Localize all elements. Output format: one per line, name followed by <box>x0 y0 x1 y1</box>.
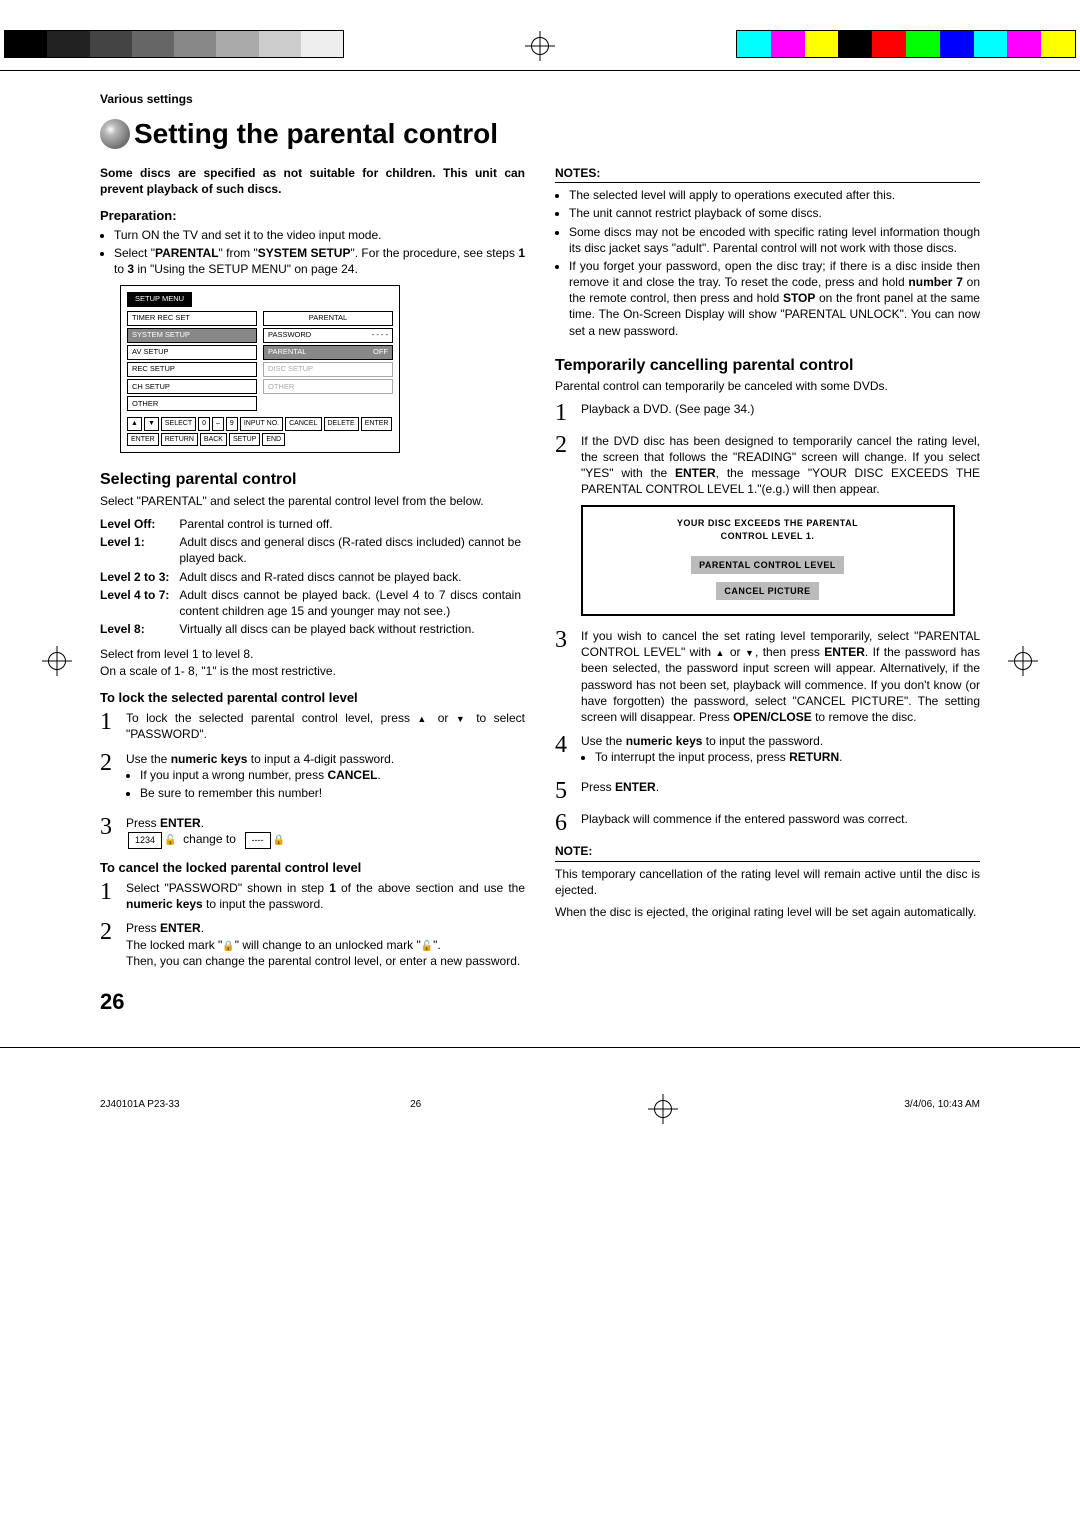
preparation-heading: Preparation: <box>100 207 525 225</box>
registration-mark-bottom <box>652 1098 674 1120</box>
lock-step-3: Press ENTER. 1234 change to ---- <box>126 815 525 848</box>
temp-step-4: Use the numeric keys to input the passwo… <box>581 733 980 771</box>
lock-icon <box>273 832 285 846</box>
setup-menu-graphic: SETUP MENU TIMER REC SET SYSTEM SETUP AV… <box>120 285 400 453</box>
lock-heading: To lock the selected parental control le… <box>100 689 525 707</box>
right-column: NOTES: The selected level will apply to … <box>555 165 980 1017</box>
selecting-heading: Selecting parental control <box>100 469 525 491</box>
temp-note-1: This temporary cancellation of the ratin… <box>555 866 980 898</box>
page-title: Setting the parental control <box>100 115 980 153</box>
section-label: Various settings <box>100 91 980 107</box>
page-number: 26 <box>100 987 525 1017</box>
footer-left: 2J40101A P23-33 <box>100 1098 180 1120</box>
levels-tail1: Select from level 1 to level 8. <box>100 646 525 662</box>
notes-heading: NOTES: <box>555 165 980 183</box>
levels-tail2: On a scale of 1- 8, "1" is the most rest… <box>100 663 525 679</box>
on-screen-display: YOUR DISC EXCEEDS THE PARENTAL CONTROL L… <box>581 505 955 616</box>
footer-right: 3/4/06, 10:43 AM <box>904 1098 980 1120</box>
cancel-lock-step-1: Select "PASSWORD" shown in step 1 of the… <box>126 880 525 912</box>
temp-step-3: If you wish to cancel the set rating lev… <box>581 628 980 725</box>
title-bullet-icon <box>100 119 130 149</box>
preparation-list: Turn ON the TV and set it to the video i… <box>100 227 525 278</box>
temp-step-1: Playback a DVD. (See page 34.) <box>581 401 980 425</box>
footer: 2J40101A P23-33 26 3/4/06, 10:43 AM <box>0 1068 1080 1120</box>
unlock-icon <box>164 832 176 846</box>
registration-mark-top <box>529 35 551 57</box>
temp-note-2: When the disc is ejected, the original r… <box>555 904 980 920</box>
footer-center: 26 <box>410 1098 421 1120</box>
temp-intro: Parental control can temporarily be canc… <box>555 378 980 394</box>
cancel-lock-heading: To cancel the locked parental control le… <box>100 859 525 877</box>
temp-step-5: Press ENTER. <box>581 779 980 803</box>
temp-step-6: Playback will commence if the entered pa… <box>581 811 980 835</box>
lock-step-1: To lock the selected parental control le… <box>126 710 525 742</box>
temp-note-heading: NOTE: <box>555 843 980 861</box>
temp-step-2: If the DVD disc has been designed to tem… <box>581 433 980 498</box>
left-column: Some discs are specified as not suitable… <box>100 165 525 1017</box>
temp-heading: Temporarily cancelling parental control <box>555 355 980 377</box>
selecting-intro: Select "PARENTAL" and select the parenta… <box>100 493 525 509</box>
cancel-lock-step-2: Press ENTER.The locked mark "" will chan… <box>126 920 525 969</box>
notes-list: The selected level will apply to operati… <box>555 187 980 339</box>
lock-step-2: Use the numeric keys to input a 4-digit … <box>126 751 525 808</box>
intro-text: Some discs are specified as not suitable… <box>100 165 525 197</box>
lock-icon <box>222 938 234 952</box>
unlock-icon <box>421 938 433 952</box>
levels-table: Level Off:Parental control is turned off… <box>100 515 525 638</box>
